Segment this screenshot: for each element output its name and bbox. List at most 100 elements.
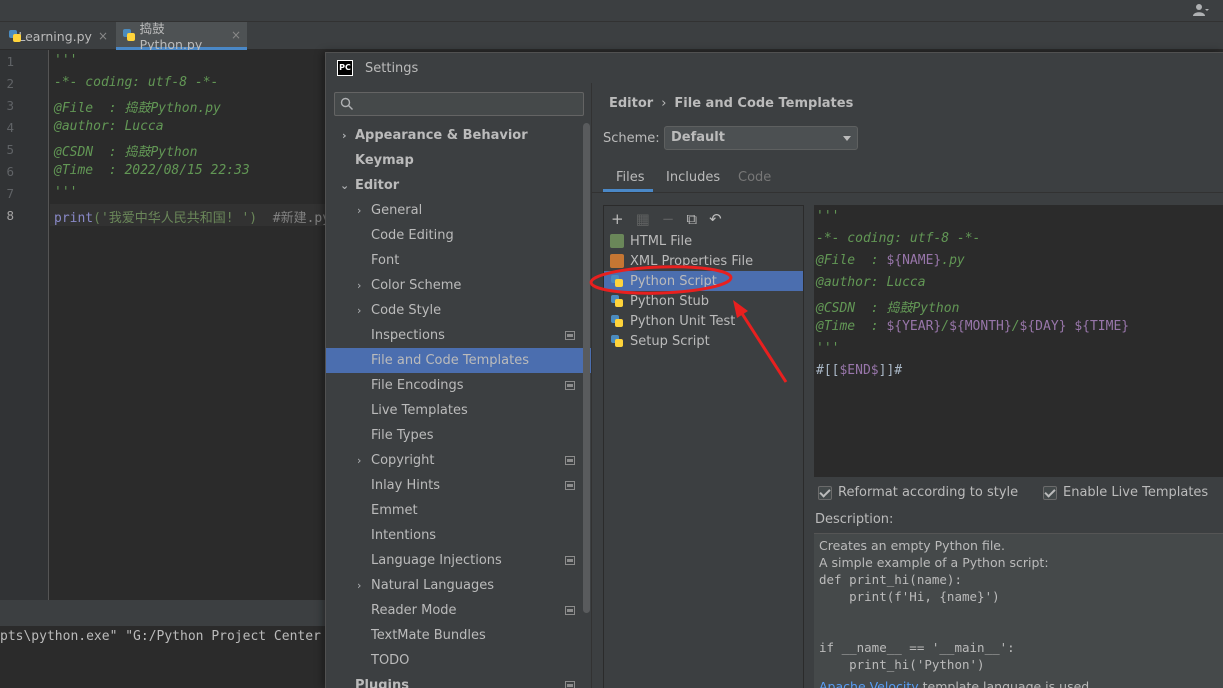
checkbox-label: Enable Live Templates — [1063, 485, 1209, 500]
tree-item-editor[interactable]: ⌄ Editor — [326, 173, 591, 198]
duplicate-icon[interactable]: ⧉ — [686, 210, 697, 228]
tree-item-copyright[interactable]: › Copyright — [326, 448, 591, 473]
tab-learning[interactable]: Learning.py × — [2, 22, 114, 50]
chevron-right-icon[interactable]: › — [357, 204, 361, 217]
tree-scrollbar[interactable] — [583, 123, 590, 613]
description-code: print(f'Hi, {name}') — [819, 589, 1000, 604]
code-keyword: print — [54, 211, 94, 226]
tree-item-live-templates[interactable]: Live Templates — [326, 398, 591, 423]
settings-search-input[interactable] — [334, 92, 584, 116]
template-variable: $END$ — [839, 363, 879, 378]
code-line: ''' — [54, 185, 78, 200]
tree-item-intentions[interactable]: Intentions — [326, 523, 591, 548]
code-line: @Time : 2022/08/15 22:33 — [54, 163, 250, 178]
chevron-right-icon[interactable]: › — [342, 129, 347, 142]
template-item-html-file[interactable]: HTML File — [604, 231, 803, 251]
chevron-right-icon[interactable]: › — [357, 579, 361, 592]
chevron-down-icon[interactable]: ⌄ — [340, 179, 349, 192]
description-footer: Apache Velocity template language is use… — [819, 679, 1089, 688]
tree-item-label: Inlay Hints — [371, 478, 440, 493]
remove-icon[interactable]: − — [662, 210, 675, 228]
tree-item-general[interactable]: › General — [326, 198, 591, 223]
template-toolbar: + ▦ − ⧉ ↶ — [604, 206, 803, 232]
code-line: @File : 捣鼓Python.py — [54, 101, 221, 116]
tree-item-label: Copyright — [371, 453, 435, 468]
tree-item-emmet[interactable]: Emmet — [326, 498, 591, 523]
code-editor[interactable]: ''' -*- coding: utf-8 -*- @File : 捣鼓Pyth… — [50, 50, 330, 600]
tab-includes[interactable]: Includes — [666, 170, 720, 185]
tree-item-label: Code Editing — [371, 228, 454, 243]
description-panel: Creates an empty Python file. A simple e… — [814, 533, 1223, 688]
tree-item-label: Color Scheme — [371, 278, 462, 293]
template-line: #[[$END$]]# — [816, 363, 902, 378]
template-text: @File : — [816, 253, 887, 268]
code-line: @author: Lucca — [54, 119, 164, 134]
tab-code[interactable]: Code — [738, 170, 771, 185]
settings-dialog: PC Settings › Appearance & Behavior Keym… — [325, 52, 1223, 688]
tree-item-file-encodings[interactable]: File Encodings — [326, 373, 591, 398]
template-text: / — [1011, 319, 1020, 334]
splitter[interactable] — [591, 83, 592, 688]
template-item-python-script[interactable]: Python Script — [604, 271, 803, 291]
template-code-editor[interactable]: ''' -*- coding: utf-8 -*- @File : ${NAME… — [814, 205, 1223, 477]
dialog-title: Settings — [365, 60, 419, 76]
breadcrumb-item[interactable]: Editor — [609, 96, 653, 111]
template-line: @File : ${NAME}.py — [816, 253, 965, 268]
user-icon[interactable] — [1193, 3, 1209, 17]
tree-item-language-injections[interactable]: Language Injections — [326, 548, 591, 573]
tree-item-label: File Encodings — [371, 378, 464, 393]
tree-item-font[interactable]: Font — [326, 248, 591, 273]
close-icon[interactable]: × — [231, 28, 241, 42]
template-variable: ${MONTH} — [949, 319, 1012, 334]
template-item-python-stub[interactable]: Python Stub — [604, 291, 803, 311]
tree-item-reader-mode[interactable]: Reader Mode — [326, 598, 591, 623]
add-icon[interactable]: + — [611, 210, 624, 228]
tree-item-plugins[interactable]: Plugins — [326, 673, 591, 688]
template-item-python-unit-test[interactable]: Python Unit Test — [604, 311, 803, 331]
tree-item-todo[interactable]: TODO — [326, 648, 591, 673]
tree-item-code-style[interactable]: › Code Style — [326, 298, 591, 323]
velocity-link[interactable]: Apache Velocity — [819, 679, 919, 688]
checkbox-checked-icon[interactable] — [818, 485, 832, 500]
chevron-right-icon[interactable]: › — [357, 304, 361, 317]
python-file-icon — [610, 274, 624, 288]
project-settings-icon — [565, 331, 575, 340]
tree-item-code-editing[interactable]: Code Editing — [326, 223, 591, 248]
python-file-icon — [122, 28, 136, 42]
tree-item-file-types[interactable]: File Types — [326, 423, 591, 448]
html-file-icon — [610, 234, 624, 248]
reformat-checkbox[interactable]: Reformat according to style — [818, 485, 1018, 500]
close-icon[interactable]: × — [98, 29, 108, 43]
template-item-xml-properties[interactable]: XML Properties File — [604, 251, 803, 271]
tree-item-label: Code Style — [371, 303, 442, 318]
tree-item-inlay-hints[interactable]: Inlay Hints — [326, 473, 591, 498]
scheme-select[interactable]: Default — [664, 126, 858, 150]
tab-label: Learning.py — [18, 28, 92, 44]
chevron-right-icon[interactable]: › — [357, 279, 361, 292]
python-file-icon — [8, 29, 22, 43]
checkbox-checked-icon[interactable] — [1043, 485, 1057, 500]
tree-item-color-scheme[interactable]: › Color Scheme — [326, 273, 591, 298]
live-templates-checkbox[interactable]: Enable Live Templates — [1043, 485, 1208, 500]
tree-item-natural-languages[interactable]: › Natural Languages — [326, 573, 591, 598]
project-settings-icon — [565, 456, 575, 465]
template-item-setup-script[interactable]: Setup Script — [604, 331, 803, 351]
dialog-title-bar[interactable]: PC Settings — [326, 53, 1223, 83]
tree-item-textmate-bundles[interactable]: TextMate Bundles — [326, 623, 591, 648]
description-label: Description: — [815, 512, 894, 527]
line-number: 1 — [6, 54, 14, 69]
copy-template-icon[interactable]: ▦ — [636, 210, 650, 228]
tree-item-file-and-code-templates[interactable]: File and Code Templates — [326, 348, 591, 373]
chevron-right-icon[interactable]: › — [357, 454, 361, 467]
breadcrumb-separator: › — [661, 96, 667, 111]
tree-item-keymap[interactable]: Keymap — [326, 148, 591, 173]
line-number: 5 — [6, 142, 14, 157]
template-text: .py — [941, 253, 965, 268]
tree-item-label: Font — [371, 253, 400, 268]
line-number: 4 — [6, 120, 14, 135]
tab-files[interactable]: Files — [616, 170, 645, 185]
tree-item-inspections[interactable]: Inspections — [326, 323, 591, 348]
tab-daogu-python[interactable]: 捣鼓Python.py × — [116, 21, 247, 52]
tree-item-appearance-behavior[interactable]: › Appearance & Behavior — [326, 123, 591, 148]
reset-icon[interactable]: ↶ — [709, 210, 722, 228]
